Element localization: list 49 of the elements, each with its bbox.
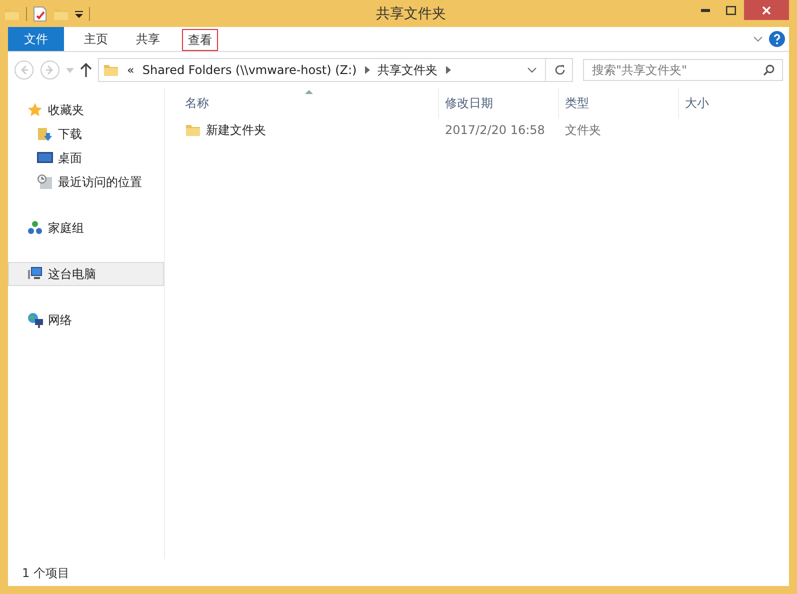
breadcrumb[interactable]: Shared Folders (\\vmware-host) (Z:) [142,63,357,77]
close-icon [762,6,771,14]
up-arrow-icon[interactable] [80,63,92,77]
network-icon [27,312,43,328]
address-bar[interactable]: « Shared Folders (\\vmware-host) (Z:) 共享文件夹 [98,58,573,82]
column-header[interactable]: 类型 [558,88,678,118]
sidebar-item[interactable]: 这台电脑 [8,262,164,286]
chevron-down-icon[interactable] [527,67,537,73]
caret-right-icon[interactable] [364,66,370,74]
sort-ascending-icon [305,90,313,94]
refresh-icon[interactable] [554,64,566,76]
sidebar-item[interactable]: 收藏夹 [8,98,164,122]
star-icon [27,102,43,118]
sidebar-item[interactable]: 最近访问的位置 [8,170,164,194]
search-icon[interactable] [763,64,775,76]
ribbon-tab[interactable]: 文件 [8,27,64,51]
modified-date: 2017/2/20 16:58 [444,123,546,137]
desktop-icon [37,151,53,165]
column-header[interactable]: 大小 [678,88,758,118]
sidebar-item[interactable]: 家庭组 [8,216,164,240]
breadcrumb[interactable]: « [127,63,134,77]
chevron-down-icon[interactable] [753,36,763,42]
file-type: 文件夹 [564,122,602,138]
sidebar-item[interactable]: 下载 [8,122,164,146]
maximize-icon [726,6,736,14]
sidebar-item[interactable]: 桌面 [8,146,164,170]
ribbon-tab[interactable]: 共享 [130,27,166,51]
caret-right-icon[interactable] [446,66,451,74]
file-name[interactable]: 新建文件夹 [183,122,438,138]
recent-places-icon [37,174,53,190]
search-field[interactable]: 搜索"共享文件夹" [583,59,783,81]
status-text: 1 个项目 [22,564,70,582]
close-button[interactable] [744,0,789,20]
column-header[interactable]: 修改日期 [438,88,558,118]
column-header[interactable]: 名称 [183,88,438,118]
computer-icon [27,266,43,282]
help-icon[interactable] [769,31,785,47]
download-folder-icon [37,126,53,142]
breadcrumb[interactable]: 共享文件夹 [378,62,438,78]
ribbon-tab[interactable]: 主页 [78,27,114,51]
homegroup-icon [27,220,43,236]
dropdown-icon[interactable] [75,10,83,18]
folder-icon [103,62,119,78]
window-title: 共享文件夹 [375,4,447,22]
sidebar-item[interactable]: 网络 [8,308,164,332]
folder-icon [185,122,201,138]
minimize-icon [700,8,710,12]
ribbon-tab[interactable]: 查看 [182,29,218,51]
properties-icon[interactable] [33,6,47,22]
